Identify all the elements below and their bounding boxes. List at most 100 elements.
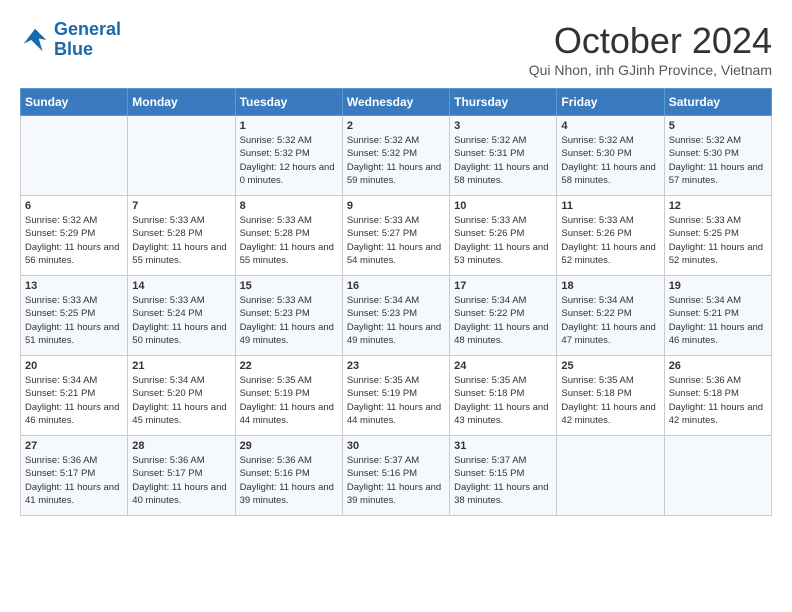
day-info: Sunrise: 5:33 AM Sunset: 5:23 PM Dayligh…: [240, 294, 338, 347]
calendar-cell: 13Sunrise: 5:33 AM Sunset: 5:25 PM Dayli…: [21, 276, 128, 356]
day-number: 4: [561, 120, 659, 132]
day-number: 8: [240, 200, 338, 212]
day-info: Sunrise: 5:32 AM Sunset: 5:29 PM Dayligh…: [25, 214, 123, 267]
calendar-cell: 27 Sunrise: 5:36 AM Sunset: 5:17 PM Dayli…: [21, 436, 128, 516]
day-info: Sunrise: 5:34 AM Sunset: 5:21 PM Dayligh…: [25, 374, 123, 427]
day-header-sunday: Sunday: [21, 89, 128, 116]
day-number: 12: [669, 200, 767, 212]
day-info: Sunrise: 5:33 AM Sunset: 5:24 PM Dayligh…: [132, 294, 230, 347]
calendar-table: SundayMondayTuesdayWednesdayThursdayFrid…: [20, 88, 772, 516]
page-header: General Blue October 2024 Qui Nhon, inh …: [20, 20, 772, 78]
calendar-week-row: 13Sunrise: 5:33 AM Sunset: 5:25 PM Dayli…: [21, 276, 772, 356]
day-header-thursday: Thursday: [450, 89, 557, 116]
day-number: 26: [669, 360, 767, 372]
day-number: 10: [454, 200, 552, 212]
day-info: Sunrise: 5:36 AM Sunset: 5:17 PM Dayligh…: [132, 454, 230, 507]
day-header-monday: Monday: [128, 89, 235, 116]
day-number: 11: [561, 200, 659, 212]
day-info: Sunrise: 5:34 AM Sunset: 5:21 PM Dayligh…: [669, 294, 767, 347]
calendar-cell: [664, 436, 771, 516]
day-number: 19: [669, 280, 767, 292]
day-number: 6: [25, 200, 123, 212]
calendar-cell: 10 Sunrise: 5:33 AM Sunset: 5:26 PM Dayli…: [450, 196, 557, 276]
day-info: Sunrise: 5:34 AM Sunset: 5:22 PM Dayligh…: [454, 294, 552, 347]
logo-line1: General: [54, 19, 121, 39]
calendar-cell: [21, 116, 128, 196]
day-number: 1: [240, 120, 338, 132]
calendar-cell: 7Sunrise: 5:33 AM Sunset: 5:28 PM Daylig…: [128, 196, 235, 276]
logo-line2: Blue: [54, 40, 121, 60]
calendar-cell: 25Sunrise: 5:35 AM Sunset: 5:18 PM Dayli…: [557, 356, 664, 436]
day-number: 28: [132, 440, 230, 452]
calendar-week-row: 20 Sunrise: 5:34 AM Sunset: 5:21 PM Dayli…: [21, 356, 772, 436]
day-info: Sunrise: 5:33 AM Sunset: 5:26 PM Dayligh…: [454, 214, 552, 267]
day-number: 13: [25, 280, 123, 292]
calendar-cell: [128, 116, 235, 196]
day-info: Sunrise: 5:32 AM Sunset: 5:32 PM Dayligh…: [347, 134, 445, 187]
day-number: 3: [454, 120, 552, 132]
day-info: Sunrise: 5:33 AM Sunset: 5:25 PM Dayligh…: [669, 214, 767, 267]
day-number: 21: [132, 360, 230, 372]
day-number: 14: [132, 280, 230, 292]
calendar-cell: 1Sunrise: 5:32 AM Sunset: 5:32 PM Daylig…: [235, 116, 342, 196]
day-number: 5: [669, 120, 767, 132]
day-number: 20: [25, 360, 123, 372]
calendar-cell: 15 Sunrise: 5:33 AM Sunset: 5:23 PM Dayli…: [235, 276, 342, 356]
calendar-cell: 28 Sunrise: 5:36 AM Sunset: 5:17 PM Dayli…: [128, 436, 235, 516]
day-info: Sunrise: 5:37 AM Sunset: 5:16 PM Dayligh…: [347, 454, 445, 507]
day-number: 29: [240, 440, 338, 452]
location-subtitle: Qui Nhon, inh GJinh Province, Vietnam: [529, 62, 772, 78]
calendar-cell: 16 Sunrise: 5:34 AM Sunset: 5:23 PM Dayli…: [342, 276, 449, 356]
calendar-cell: 23Sunrise: 5:35 AM Sunset: 5:19 PM Dayli…: [342, 356, 449, 436]
calendar-cell: 4Sunrise: 5:32 AM Sunset: 5:30 PM Daylig…: [557, 116, 664, 196]
day-info: Sunrise: 5:32 AM Sunset: 5:30 PM Dayligh…: [669, 134, 767, 187]
calendar-cell: 29 Sunrise: 5:36 AM Sunset: 5:16 PM Dayli…: [235, 436, 342, 516]
logo: General Blue: [20, 20, 121, 60]
calendar-week-row: 6 Sunrise: 5:32 AM Sunset: 5:29 PM Daylig…: [21, 196, 772, 276]
calendar-cell: [557, 436, 664, 516]
calendar-cell: 18 Sunrise: 5:34 AM Sunset: 5:22 PM Dayli…: [557, 276, 664, 356]
calendar-cell: 21 Sunrise: 5:34 AM Sunset: 5:20 PM Dayli…: [128, 356, 235, 436]
calendar-cell: 22Sunrise: 5:35 AM Sunset: 5:19 PM Dayli…: [235, 356, 342, 436]
day-header-friday: Friday: [557, 89, 664, 116]
day-number: 15: [240, 280, 338, 292]
day-info: Sunrise: 5:36 AM Sunset: 5:16 PM Dayligh…: [240, 454, 338, 507]
day-info: Sunrise: 5:36 AM Sunset: 5:17 PM Dayligh…: [25, 454, 123, 507]
calendar-cell: 12 Sunrise: 5:33 AM Sunset: 5:25 PM Dayli…: [664, 196, 771, 276]
day-header-wednesday: Wednesday: [342, 89, 449, 116]
logo-icon: [20, 25, 50, 55]
day-number: 31: [454, 440, 552, 452]
calendar-header-row: SundayMondayTuesdayWednesdayThursdayFrid…: [21, 89, 772, 116]
calendar-cell: 8 Sunrise: 5:33 AM Sunset: 5:28 PM Daylig…: [235, 196, 342, 276]
day-number: 30: [347, 440, 445, 452]
day-number: 22: [240, 360, 338, 372]
day-info: Sunrise: 5:32 AM Sunset: 5:31 PM Dayligh…: [454, 134, 552, 187]
day-info: Sunrise: 5:35 AM Sunset: 5:18 PM Dayligh…: [454, 374, 552, 427]
calendar-cell: 20 Sunrise: 5:34 AM Sunset: 5:21 PM Dayli…: [21, 356, 128, 436]
day-header-saturday: Saturday: [664, 89, 771, 116]
day-number: 16: [347, 280, 445, 292]
day-info: Sunrise: 5:37 AM Sunset: 5:15 PM Dayligh…: [454, 454, 552, 507]
calendar-cell: 5 Sunrise: 5:32 AM Sunset: 5:30 PM Daylig…: [664, 116, 771, 196]
day-number: 17: [454, 280, 552, 292]
day-number: 27: [25, 440, 123, 452]
calendar-cell: 6 Sunrise: 5:32 AM Sunset: 5:29 PM Daylig…: [21, 196, 128, 276]
day-number: 9: [347, 200, 445, 212]
calendar-week-row: 27 Sunrise: 5:36 AM Sunset: 5:17 PM Dayli…: [21, 436, 772, 516]
logo-text: General Blue: [54, 20, 121, 60]
calendar-cell: 2Sunrise: 5:32 AM Sunset: 5:32 PM Daylig…: [342, 116, 449, 196]
calendar-week-row: 1 Sunrise: 5:32 AM Sunset: 5:32 PM Daylig…: [21, 116, 772, 196]
day-number: 7: [132, 200, 230, 212]
calendar-cell: 3 Sunrise: 5:32 AM Sunset: 5:31 PM Daylig…: [450, 116, 557, 196]
day-number: 18: [561, 280, 659, 292]
calendar-cell: 11Sunrise: 5:33 AM Sunset: 5:26 PM Dayli…: [557, 196, 664, 276]
calendar-cell: 26Sunrise: 5:36 AM Sunset: 5:18 PM Dayli…: [664, 356, 771, 436]
calendar-cell: 19 Sunrise: 5:34 AM Sunset: 5:21 PM Dayli…: [664, 276, 771, 356]
day-info: Sunrise: 5:35 AM Sunset: 5:19 PM Dayligh…: [347, 374, 445, 427]
day-info: Sunrise: 5:34 AM Sunset: 5:22 PM Dayligh…: [561, 294, 659, 347]
day-info: Sunrise: 5:34 AM Sunset: 5:23 PM Dayligh…: [347, 294, 445, 347]
day-info: Sunrise: 5:33 AM Sunset: 5:28 PM Dayligh…: [240, 214, 338, 267]
day-number: 25: [561, 360, 659, 372]
calendar-cell: 17 Sunrise: 5:34 AM Sunset: 5:22 PM Dayli…: [450, 276, 557, 356]
day-info: Sunrise: 5:34 AM Sunset: 5:20 PM Dayligh…: [132, 374, 230, 427]
